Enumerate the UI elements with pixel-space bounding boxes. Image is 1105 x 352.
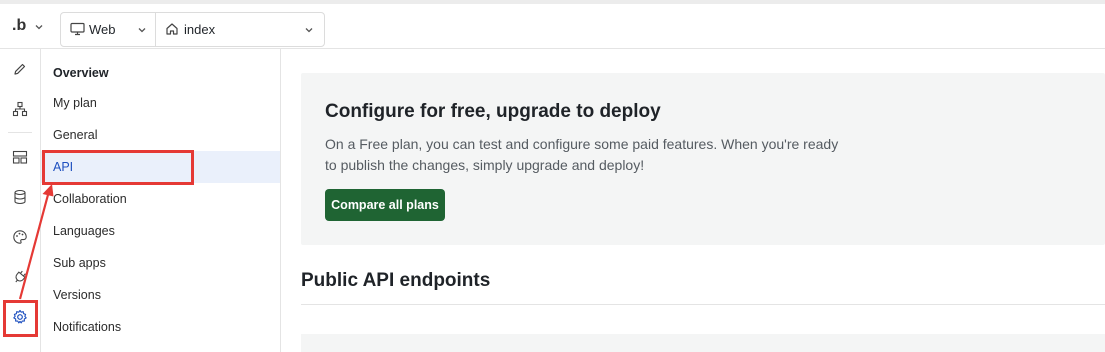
chevron-down-icon [138,28,146,33]
compare-plans-button[interactable]: Compare all plans [325,189,445,221]
nav-item-collaboration[interactable]: Collaboration [41,183,280,215]
device-select[interactable]: Web [61,13,156,46]
upgrade-card: Configure for free, upgrade to deploy On… [301,73,1105,245]
top-bar: .b Web index [0,0,1105,49]
nav-item-overview[interactable]: Overview [41,57,280,89]
context-switcher: Web index [60,12,325,47]
section-divider [301,304,1105,305]
layout-icon[interactable] [10,147,30,167]
upgrade-card-body: On a Free plan, you can test and configu… [325,136,839,173]
page-label: index [184,22,216,37]
app-logo[interactable]: .b [12,17,26,35]
palette-icon[interactable] [10,227,30,247]
page-select[interactable]: index [156,13,324,46]
nav-item-sub-apps[interactable]: Sub apps [41,247,280,279]
api-highlight-box [42,150,194,185]
api-endpoints-card [301,334,1105,352]
nav-item-versions[interactable]: Versions [41,279,280,311]
settings-highlight-box [3,300,38,337]
nav-item-general[interactable]: General [41,119,280,151]
chevron-down-icon [305,28,313,33]
rail-divider [8,132,32,133]
main-content: Configure for free, upgrade to deploy On… [281,49,1105,352]
pencil-icon[interactable] [10,59,30,79]
upgrade-card-title: Configure for free, upgrade to deploy [325,101,661,122]
chevron-down-icon[interactable] [35,23,43,31]
database-icon[interactable] [10,187,30,207]
section-title-public-api: Public API endpoints [301,270,491,291]
plug-icon[interactable] [10,267,30,287]
hierarchy-icon[interactable] [10,99,30,119]
nav-item-languages[interactable]: Languages [41,215,280,247]
device-label: Web [89,22,116,37]
nav-item-notifications[interactable]: Notifications [41,311,280,343]
home-icon [166,23,178,35]
monitor-icon [70,22,85,36]
settings-nav: Overview My plan General API Collaborati… [41,49,281,352]
nav-item-my-plan[interactable]: My plan [41,87,280,119]
